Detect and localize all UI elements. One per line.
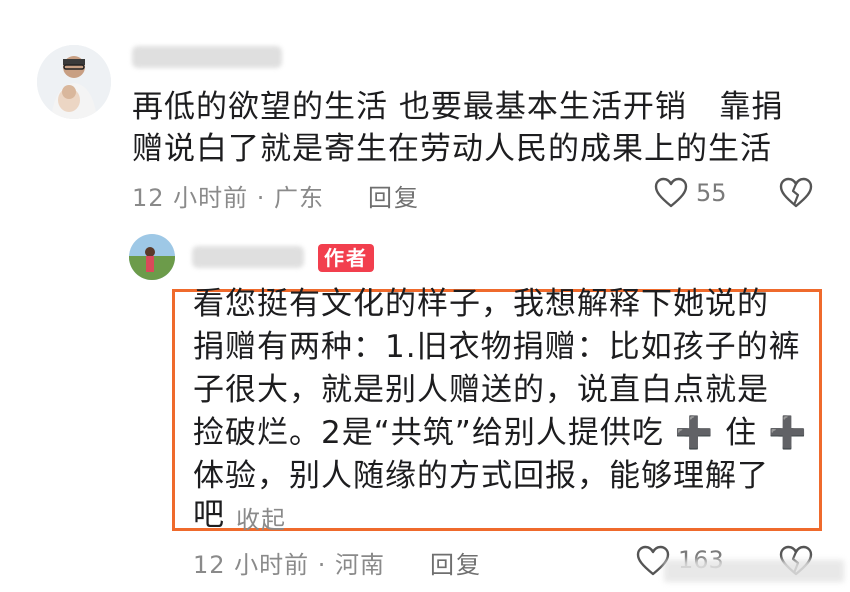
author-username-redacted[interactable]: [192, 246, 304, 268]
avatar[interactable]: [37, 45, 111, 119]
author-badge: 作者: [318, 244, 374, 272]
reply-text-line-1: 看您挺有文化的样子，我想解释下她说的: [193, 286, 769, 322]
author-avatar[interactable]: [129, 234, 175, 280]
collapse-link[interactable]: 收起: [236, 500, 286, 535]
comment-text-line-1: 再低的欲望的生活 也要最基本生活开销 靠捐: [132, 89, 784, 125]
author-avatar-photo: [129, 234, 175, 280]
heart-icon[interactable]: [654, 177, 688, 209]
comment-meta: 12 小时前 · 广东: [132, 184, 325, 212]
reply-text-line-2: 捐赠有两种：1.旧衣物捐赠：比如孩子的裤: [193, 329, 801, 365]
reply-button[interactable]: 回复: [368, 178, 420, 213]
watermark-redacted: [664, 560, 844, 582]
comment-text-line-2: 赠说白了就是寄生在劳动人民的成果上的生活: [132, 131, 772, 167]
username-redacted[interactable]: [132, 46, 282, 68]
reply-text-line-3: 子很大，就是别人赠送的，说直白点就是: [193, 372, 769, 408]
reply-text-line-5: 体验，别人随缘的方式回报，能够理解了: [193, 458, 769, 494]
reply-meta: 12 小时前 · 河南: [193, 551, 386, 579]
avatar-photo: [37, 45, 111, 119]
like-count: 55: [696, 179, 727, 207]
broken-heart-icon[interactable]: [779, 177, 813, 209]
reply-text-line-4: 捡破烂。2是“共筑”给别人提供吃 ➕ 住 ➕: [193, 415, 808, 451]
reply-text-line-6: 吧: [193, 497, 225, 533]
reply-button-2[interactable]: 回复: [430, 545, 482, 580]
